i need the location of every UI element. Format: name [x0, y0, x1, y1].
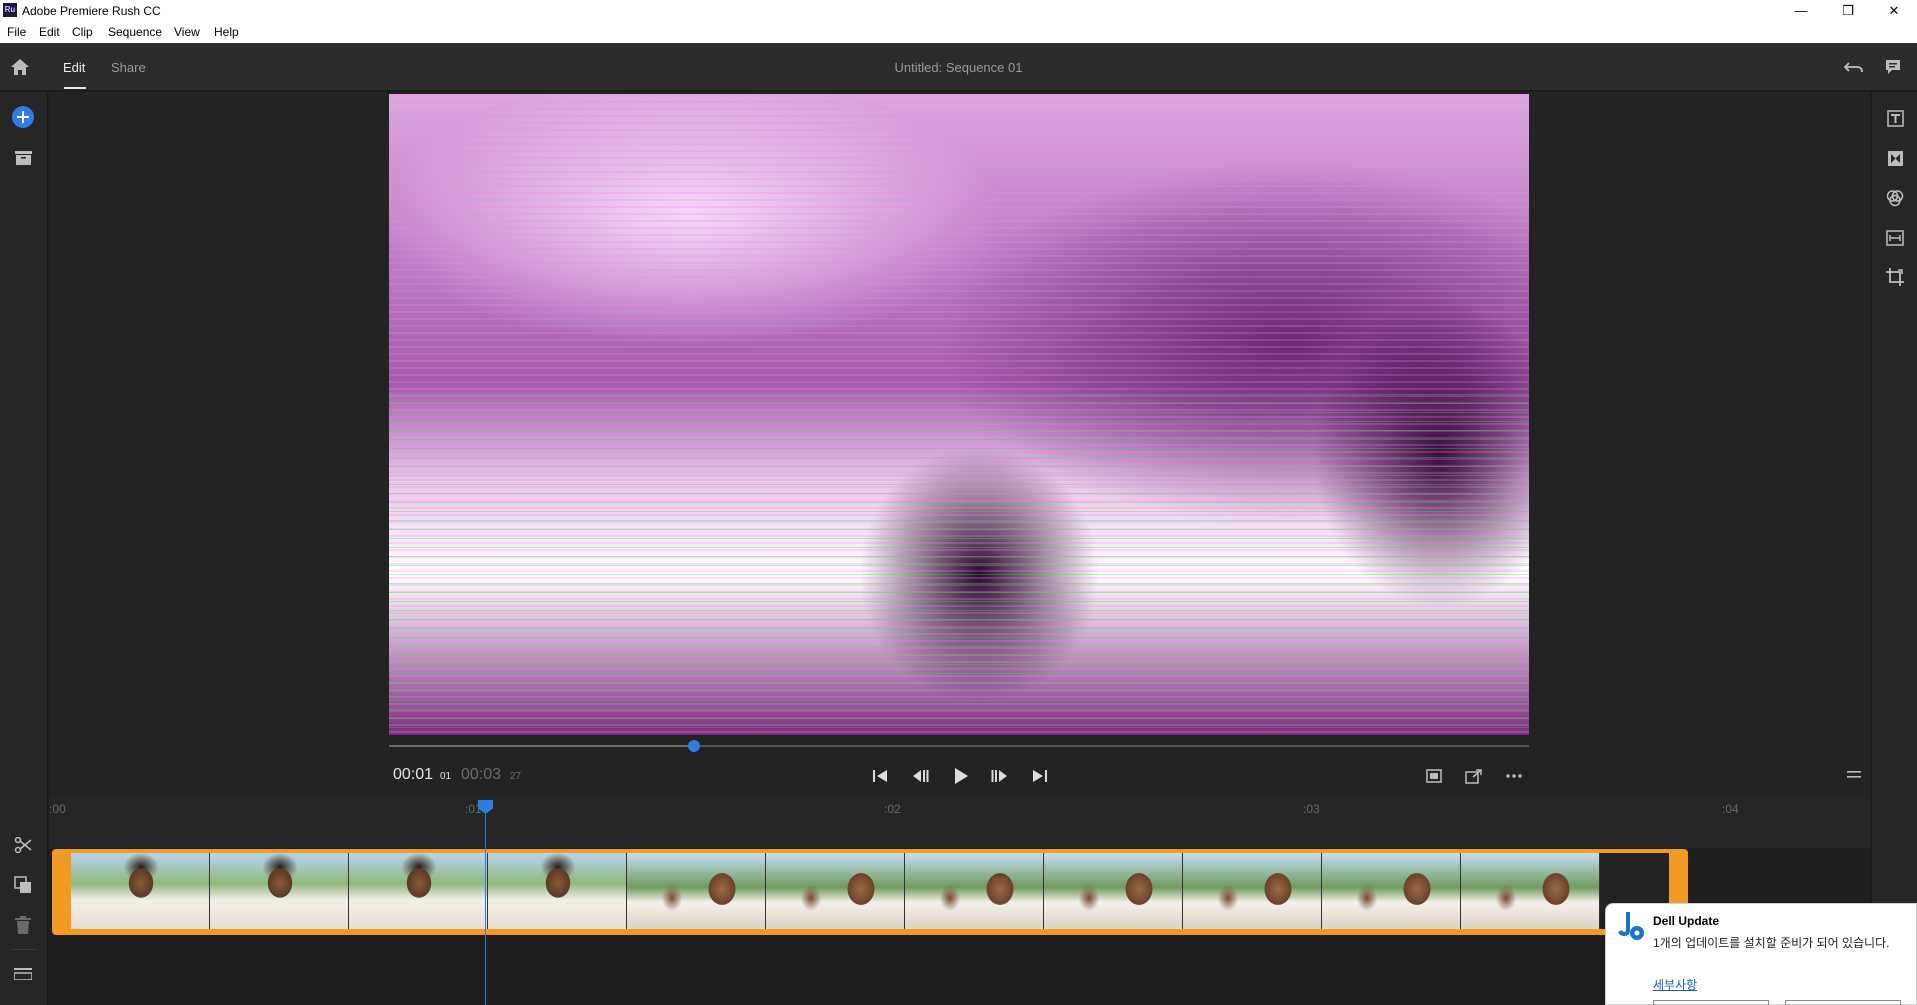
duration-timecode: 00:03	[461, 766, 502, 783]
notification-dismiss-button[interactable]	[1785, 1000, 1901, 1005]
delete-trash-icon[interactable]	[15, 916, 31, 934]
project-assets-icon[interactable]	[15, 151, 32, 165]
active-tab-indicator	[64, 87, 86, 89]
menu-file[interactable]: File	[7, 25, 26, 39]
playhead-line	[485, 812, 486, 1005]
clip-thumbnail	[1322, 853, 1461, 929]
step-forward-icon[interactable]	[991, 768, 1008, 784]
duration-timecode-frames: 27	[510, 771, 522, 782]
notification-body: 1개의 업데이트를 설치할 준비가 되어 있습니다.	[1653, 936, 1890, 950]
clip-thumbnail	[766, 853, 905, 929]
clip-thumbnail	[71, 853, 210, 929]
play-icon[interactable]	[953, 767, 969, 785]
app-logo-icon: Ru	[3, 3, 17, 17]
current-timecode-frames: 01	[440, 771, 452, 782]
clip-thumbnail	[488, 853, 627, 929]
ruler-label-4: :04	[1722, 802, 1739, 816]
video-preview[interactable]	[389, 94, 1529, 735]
clip-thumbnail	[210, 853, 349, 929]
ruler-label-0: :00	[49, 802, 66, 816]
toolbar-divider	[10, 949, 38, 950]
menu-bar: File Edit Clip Sequence View Help	[0, 22, 1917, 43]
step-back-icon[interactable]	[912, 768, 929, 784]
hamburger-icon[interactable]	[1847, 770, 1861, 780]
dell-update-notification[interactable]: Dell Update 1개의 업데이트를 설치할 준비가 되어 있습니다. 세…	[1605, 903, 1917, 1005]
scrubber-progress	[389, 745, 694, 747]
export-frame-icon[interactable]	[1465, 768, 1483, 784]
clip-thumbnail	[627, 853, 766, 929]
add-media-icon[interactable]	[12, 106, 34, 128]
menu-view[interactable]: View	[174, 25, 200, 39]
transitions-icon[interactable]	[1887, 150, 1904, 167]
skip-to-end-icon[interactable]	[1032, 768, 1048, 784]
feedback-chat-icon[interactable]	[1884, 58, 1902, 76]
close-button[interactable]: ✕	[1871, 0, 1917, 22]
track-controls-icon[interactable]	[14, 968, 32, 980]
clip-thumbnail	[349, 853, 488, 929]
scrubber-handle[interactable]	[688, 740, 700, 752]
video-glitch-overlay	[389, 394, 1529, 735]
window-title: Adobe Premiere Rush CC	[22, 4, 161, 18]
minimize-button[interactable]: —	[1778, 0, 1824, 22]
notification-action-button[interactable]	[1653, 1000, 1769, 1005]
timeline-ruler[interactable]	[49, 798, 1870, 848]
skip-to-start-icon[interactable]	[872, 768, 888, 784]
app-header: Edit Share Untitled: Sequence 01	[0, 43, 1917, 91]
maximize-button[interactable]: ❐	[1825, 0, 1871, 22]
more-icon[interactable]	[1506, 774, 1522, 778]
current-timecode: 00:01	[393, 766, 434, 783]
sequence-title: Untitled: Sequence 01	[894, 60, 1023, 75]
fit-icon[interactable]	[1426, 769, 1442, 783]
menu-sequence[interactable]: Sequence	[108, 25, 162, 39]
ruler-label-2: :02	[884, 802, 901, 816]
notification-details-link[interactable]: 세부사항	[1653, 976, 1697, 993]
color-icon[interactable]	[1886, 189, 1904, 207]
menu-help[interactable]: Help	[214, 25, 239, 39]
menu-clip[interactable]: Clip	[72, 25, 93, 39]
split-scissors-icon[interactable]	[14, 837, 32, 853]
clip-thumbnail	[1183, 853, 1322, 929]
speed-icon[interactable]	[1886, 230, 1904, 246]
left-toolbar	[0, 92, 48, 1005]
ruler-label-3: :03	[1303, 802, 1320, 816]
clip-thumbnail	[1044, 853, 1183, 929]
clip-thumbnail	[905, 853, 1044, 929]
undo-icon[interactable]	[1844, 59, 1864, 75]
transform-crop-icon[interactable]	[1886, 268, 1904, 286]
duplicate-icon[interactable]	[14, 876, 32, 894]
notification-title: Dell Update	[1653, 914, 1720, 928]
menu-edit[interactable]: Edit	[39, 25, 60, 39]
clip-thumbnail	[1461, 853, 1600, 929]
right-toolbar	[1871, 92, 1917, 1005]
dell-update-gear-icon	[1618, 912, 1644, 940]
titles-icon[interactable]	[1887, 110, 1904, 127]
window-titlebar: Ru Adobe Premiere Rush CC — ❐ ✕	[0, 0, 1917, 22]
clip-thumbnails	[71, 853, 1669, 929]
